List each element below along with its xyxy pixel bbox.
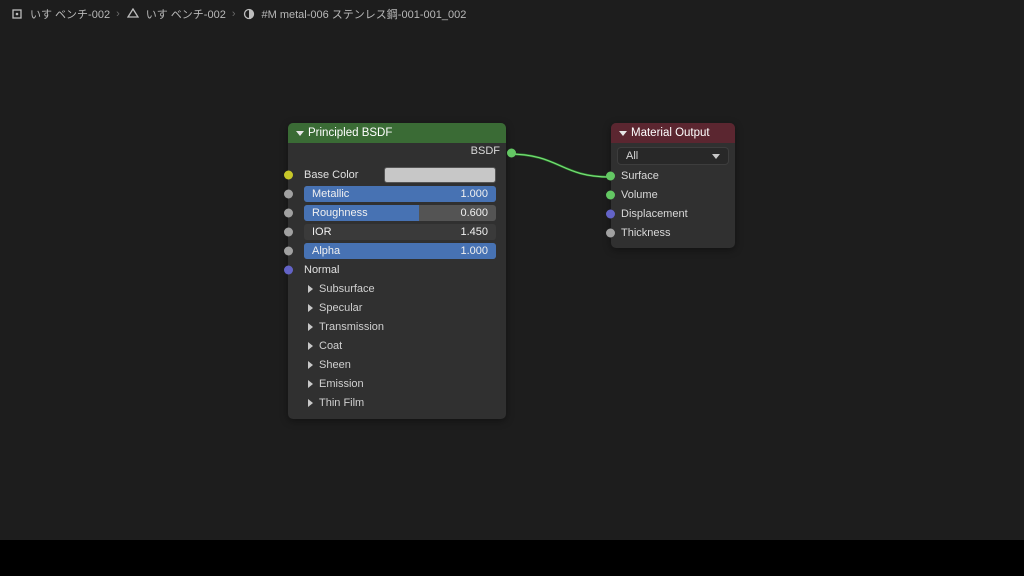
chevron-right-icon: › — [116, 8, 120, 20]
input-socket-alpha[interactable] — [284, 247, 293, 256]
chevron-right-icon — [308, 399, 313, 407]
metallic-slider[interactable]: Metallic 1.000 — [304, 186, 496, 202]
output-socket-label: BSDF — [471, 145, 500, 157]
node-title: Principled BSDF — [308, 127, 392, 139]
input-socket-displacement[interactable] — [606, 210, 615, 219]
object-icon — [10, 7, 24, 21]
node-material-output[interactable]: Material Output All Surface Volume Displ… — [611, 123, 735, 248]
node-principled-bsdf[interactable]: Principled BSDF BSDF Base Color Metallic… — [288, 123, 506, 419]
alpha-slider[interactable]: Alpha 1.000 — [304, 243, 496, 259]
chevron-right-icon — [308, 342, 313, 350]
node-editor-canvas[interactable]: いす ベンチ-002 › いす ベンチ-002 › #M metal-006 ス… — [0, 0, 1024, 576]
node-header[interactable]: Material Output — [611, 123, 735, 143]
output-socket-bsdf[interactable] — [507, 149, 516, 158]
chevron-right-icon — [308, 304, 313, 312]
node-header[interactable]: Principled BSDF — [288, 123, 506, 143]
input-socket-metallic[interactable] — [284, 190, 293, 199]
breadcrumb: いす ベンチ-002 › いす ベンチ-002 › #M metal-006 ス… — [10, 6, 466, 22]
input-socket-base-color[interactable] — [284, 171, 293, 180]
bottom-bar — [0, 540, 1024, 576]
material-icon — [242, 7, 256, 21]
chevron-right-icon — [308, 323, 313, 331]
group-subsurface[interactable]: Subsurface — [294, 280, 500, 298]
group-sheen[interactable]: Sheen — [294, 356, 500, 374]
breadcrumb-item[interactable]: #M metal-006 ステンレス鋼-001-001_002 — [262, 6, 467, 22]
group-coat[interactable]: Coat — [294, 337, 500, 355]
normal-label: Normal — [304, 264, 500, 276]
target-select[interactable]: All — [617, 147, 729, 165]
mesh-icon — [126, 7, 140, 21]
group-emission[interactable]: Emission — [294, 375, 500, 393]
breadcrumb-item[interactable]: いす ベンチ-002 — [30, 6, 110, 22]
group-thin-film[interactable]: Thin Film — [294, 394, 500, 412]
input-socket-ior[interactable] — [284, 228, 293, 237]
chevron-down-icon[interactable] — [619, 131, 627, 136]
chevron-right-icon — [308, 361, 313, 369]
node-title: Material Output — [631, 127, 710, 139]
node-link-layer — [0, 0, 1024, 576]
chevron-right-icon — [308, 380, 313, 388]
displacement-label: Displacement — [621, 208, 688, 220]
breadcrumb-item[interactable]: いす ベンチ-002 — [146, 6, 226, 22]
ior-field[interactable]: IOR 1.450 — [304, 224, 496, 240]
chevron-right-icon: › — [232, 8, 236, 20]
surface-label: Surface — [621, 170, 659, 182]
input-socket-surface[interactable] — [606, 172, 615, 181]
chevron-down-icon — [712, 154, 720, 159]
thickness-label: Thickness — [621, 227, 671, 239]
base-color-swatch[interactable] — [384, 167, 496, 183]
input-socket-normal[interactable] — [284, 266, 293, 275]
chevron-right-icon — [308, 285, 313, 293]
input-socket-volume[interactable] — [606, 191, 615, 200]
group-specular[interactable]: Specular — [294, 299, 500, 317]
volume-label: Volume — [621, 189, 658, 201]
group-transmission[interactable]: Transmission — [294, 318, 500, 336]
base-color-label: Base Color — [304, 169, 384, 181]
input-socket-roughness[interactable] — [284, 209, 293, 218]
roughness-slider[interactable]: Roughness 0.600 — [304, 205, 496, 221]
input-socket-thickness[interactable] — [606, 229, 615, 238]
chevron-down-icon[interactable] — [296, 131, 304, 136]
